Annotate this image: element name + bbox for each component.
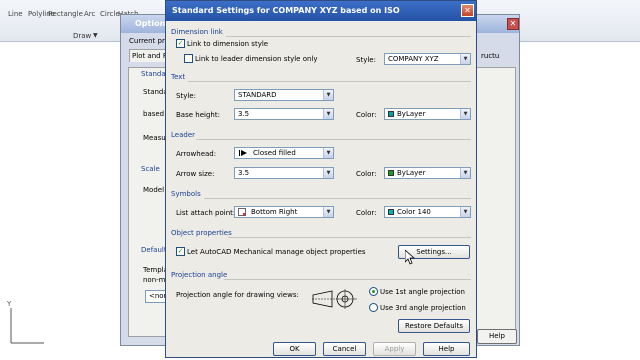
mouse-cursor-icon: [405, 250, 415, 265]
divider: [224, 279, 471, 280]
text-style-label: Style:: [176, 92, 196, 100]
manage-properties-label: Let AutoCAD Mechanical manage object pro…: [187, 248, 366, 256]
attach-point-label: List attach point:: [176, 209, 236, 217]
divider: [228, 237, 471, 238]
chevron-down-icon[interactable]: ▼: [460, 109, 470, 119]
ribbon-tool-rectangle[interactable]: Rectangle: [48, 10, 83, 18]
ucs-icon: Y: [6, 300, 44, 344]
section-object-properties: Object properties: [171, 229, 232, 237]
chevron-down-icon[interactable]: ▼: [460, 207, 470, 217]
options-scale-heading: Scale: [141, 165, 160, 173]
text-color-label: Color:: [356, 111, 377, 119]
ok-button[interactable]: OK: [273, 342, 316, 356]
options-measure-label: Measu: [143, 134, 166, 142]
cancel-button[interactable]: Cancel: [323, 342, 366, 356]
options-tab-structure-label[interactable]: ructu: [481, 52, 499, 60]
link-dim-style-label: Link to dimension style: [187, 40, 269, 48]
leader-color-select[interactable]: ByLayer ▼: [384, 167, 471, 179]
text-style-value: STANDARD: [238, 91, 277, 99]
section-symbols: Symbols: [171, 190, 201, 198]
third-angle-radio[interactable]: [369, 303, 378, 312]
base-height-value: 3.5: [238, 110, 250, 118]
ribbon-tool-line[interactable]: Line: [8, 10, 23, 18]
dialog-title: Standard Settings for COMPANY XYZ based …: [172, 6, 400, 15]
close-icon[interactable]: ✕: [507, 18, 519, 30]
color-swatch-icon: [388, 111, 394, 117]
text-color-select[interactable]: ByLayer ▼: [384, 108, 471, 120]
options-nonm-label: non-m: [143, 276, 166, 284]
options-tab-plot-label: Plot and Fi: [132, 52, 169, 60]
projection-angle-label: Projection angle for drawing views:: [176, 291, 299, 299]
options-help-button[interactable]: Help: [477, 329, 517, 344]
arrow-size-label: Arrow size:: [176, 170, 215, 178]
link-dim-style-checkbox[interactable]: ✓: [176, 39, 185, 48]
section-projection-angle: Projection angle: [171, 271, 228, 279]
symbols-color-value: Color 140: [397, 208, 431, 216]
section-text: Text: [171, 73, 186, 81]
divider: [204, 198, 471, 199]
options-based-label: based: [143, 110, 165, 118]
arrowhead-value: Closed filled: [253, 149, 296, 157]
help-button[interactable]: Help: [423, 342, 470, 356]
chevron-down-icon[interactable]: ▼: [323, 90, 333, 100]
link-leader-style-checkbox[interactable]: [184, 54, 193, 63]
attach-point-value: Bottom Right: [251, 208, 298, 216]
text-color-value: ByLayer: [397, 110, 426, 118]
leader-color-value: ByLayer: [397, 169, 426, 177]
arrowhead-label: Arrowhead:: [176, 150, 217, 158]
radio-selected-dot: [372, 290, 375, 293]
ribbon-tool-arc[interactable]: Arc: [84, 10, 95, 18]
ribbon-draw-label[interactable]: Draw: [73, 32, 91, 40]
link-leader-style-label: Link to leader dimension style only: [195, 55, 318, 63]
restore-defaults-button[interactable]: Restore Defaults: [398, 319, 470, 333]
first-angle-radio[interactable]: [369, 287, 378, 296]
dim-style-select[interactable]: COMPANY XYZ ▼: [384, 53, 471, 65]
third-angle-label: Use 3rd angle projection: [380, 304, 466, 312]
divider: [196, 139, 471, 140]
chevron-down-icon[interactable]: ▼: [323, 109, 333, 119]
arrowhead-icon: [239, 150, 247, 156]
attach-point-select[interactable]: Bottom Right ▼: [234, 206, 334, 218]
projection-symbol-icon: [312, 289, 357, 309]
section-leader: Leader: [171, 131, 196, 139]
dim-style-value: COMPANY XYZ: [388, 55, 439, 63]
text-style-select[interactable]: STANDARD ▼: [234, 89, 334, 101]
base-height-select[interactable]: 3.5 ▼: [234, 108, 334, 120]
color-swatch-icon: [388, 170, 394, 176]
first-angle-label: Use 1st angle projection: [380, 288, 465, 296]
close-icon[interactable]: ✕: [461, 4, 474, 17]
options-default-heading: Default: [141, 246, 167, 254]
attach-point-icon: [238, 208, 246, 216]
options-model-label: Model: [143, 186, 165, 194]
chevron-down-icon[interactable]: ▼: [323, 148, 333, 158]
color-swatch-icon: [388, 209, 394, 215]
divider: [188, 81, 471, 82]
manage-properties-checkbox[interactable]: ✓: [176, 247, 185, 256]
dim-style-label: Style:: [356, 56, 376, 64]
ribbon-tool-circle[interactable]: Circle: [100, 10, 120, 18]
chevron-down-icon[interactable]: ▼: [323, 168, 333, 178]
symbols-color-select[interactable]: Color 140 ▼: [384, 206, 471, 218]
chevron-down-icon[interactable]: ▼: [323, 207, 333, 217]
chevron-down-icon[interactable]: ▼: [460, 54, 470, 64]
arrow-size-value: 3.5: [238, 169, 250, 177]
arrowhead-select[interactable]: Closed filled ▼: [234, 147, 334, 159]
leader-color-label: Color:: [356, 170, 377, 178]
symbols-color-label: Color:: [356, 209, 377, 217]
chevron-down-icon[interactable]: ▼: [460, 168, 470, 178]
standard-settings-dialog: Standard Settings for COMPANY XYZ based …: [165, 0, 477, 358]
section-dimension-link: Dimension link: [171, 28, 223, 36]
base-height-label: Base height:: [176, 111, 220, 119]
svg-text:Y: Y: [6, 300, 12, 308]
arrow-size-select[interactable]: 3.5 ▼: [234, 167, 334, 179]
chevron-down-icon[interactable]: ▼: [93, 32, 98, 39]
divider: [226, 36, 471, 37]
apply-button[interactable]: Apply: [373, 342, 416, 356]
